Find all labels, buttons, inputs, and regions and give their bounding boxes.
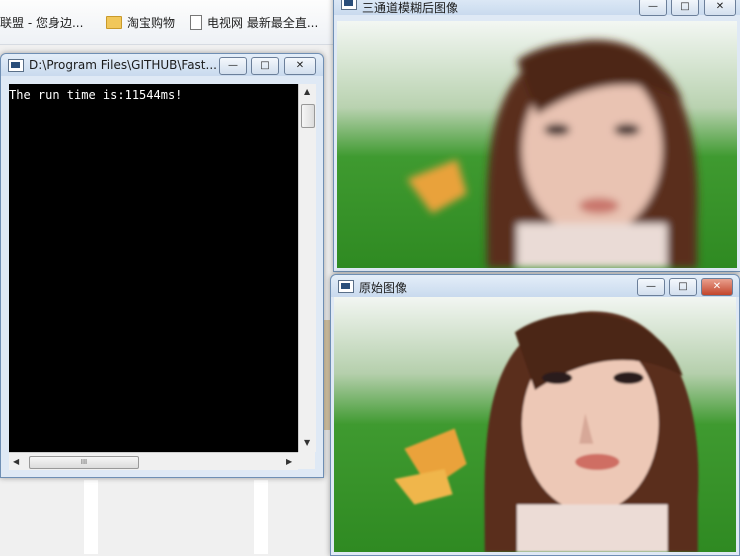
console-line: The run time is:11544ms! (9, 88, 183, 102)
blurred-titlebar[interactable]: 三通道模糊后图像 — □ ✕ (334, 0, 740, 16)
photo-original-portrait (334, 297, 736, 552)
original-image-window: 原始图像 — □ ✕ (330, 274, 740, 556)
console-output[interactable]: The run time is:11544ms! (9, 84, 298, 452)
photo-blurred-portrait (337, 21, 737, 268)
scroll-down-icon[interactable]: ▼ (304, 438, 310, 447)
bookmark-item[interactable]: 电视网 最新最全直... (190, 14, 318, 31)
resize-grip-icon[interactable] (298, 452, 315, 469)
original-titlebar[interactable]: 原始图像 — □ ✕ (331, 275, 739, 297)
scroll-left-icon[interactable]: ◀ (13, 457, 19, 466)
bookmark-label: 电视网 最新最全直... (207, 16, 319, 30)
window-title: 原始图像 (359, 281, 408, 295)
maximize-button[interactable]: □ (669, 278, 697, 296)
window-title: D:\Program Files\GITHUB\Fast... (29, 58, 217, 72)
page-icon (190, 15, 202, 30)
blurred-image-window: 三通道模糊后图像 — □ ✕ (333, 0, 740, 272)
minimize-button[interactable]: — (637, 278, 665, 296)
minimize-button[interactable]: — (639, 0, 667, 16)
bookmark-label: 联盟 - 您身边... (0, 16, 84, 30)
window-title: 三通道模糊后图像 (362, 1, 459, 15)
close-button[interactable]: ✕ (701, 278, 733, 296)
bookmark-item[interactable]: 联盟 - 您身边... (0, 14, 83, 31)
blurred-photo (337, 21, 737, 268)
scroll-thumb[interactable]: III (29, 456, 139, 469)
original-photo (334, 297, 736, 552)
image-app-icon (341, 0, 357, 10)
scroll-right-icon[interactable]: ▶ (286, 457, 292, 466)
background-panel (254, 480, 268, 554)
bookmark-item[interactable]: 淘宝购物 (106, 14, 175, 31)
console-window: D:\Program Files\GITHUB\Fast... — □ ✕ Th… (0, 53, 324, 478)
scroll-thumb[interactable] (301, 104, 315, 128)
bookmark-label: 淘宝购物 (127, 16, 176, 30)
close-button[interactable]: ✕ (704, 0, 736, 16)
horizontal-scrollbar[interactable]: ◀ III ▶ (9, 452, 298, 470)
maximize-button[interactable]: □ (251, 57, 279, 75)
close-button[interactable]: ✕ (284, 57, 316, 75)
console-app-icon (8, 59, 24, 72)
minimize-button[interactable]: — (219, 57, 247, 75)
console-titlebar[interactable]: D:\Program Files\GITHUB\Fast... — □ ✕ (1, 54, 323, 76)
scroll-up-icon[interactable]: ▲ (304, 87, 310, 96)
vertical-scrollbar[interactable]: ▲ ▼ (298, 84, 316, 452)
maximize-button[interactable]: □ (671, 0, 699, 16)
image-app-icon (338, 280, 354, 293)
folder-icon (106, 16, 122, 29)
background-panel (84, 480, 98, 554)
